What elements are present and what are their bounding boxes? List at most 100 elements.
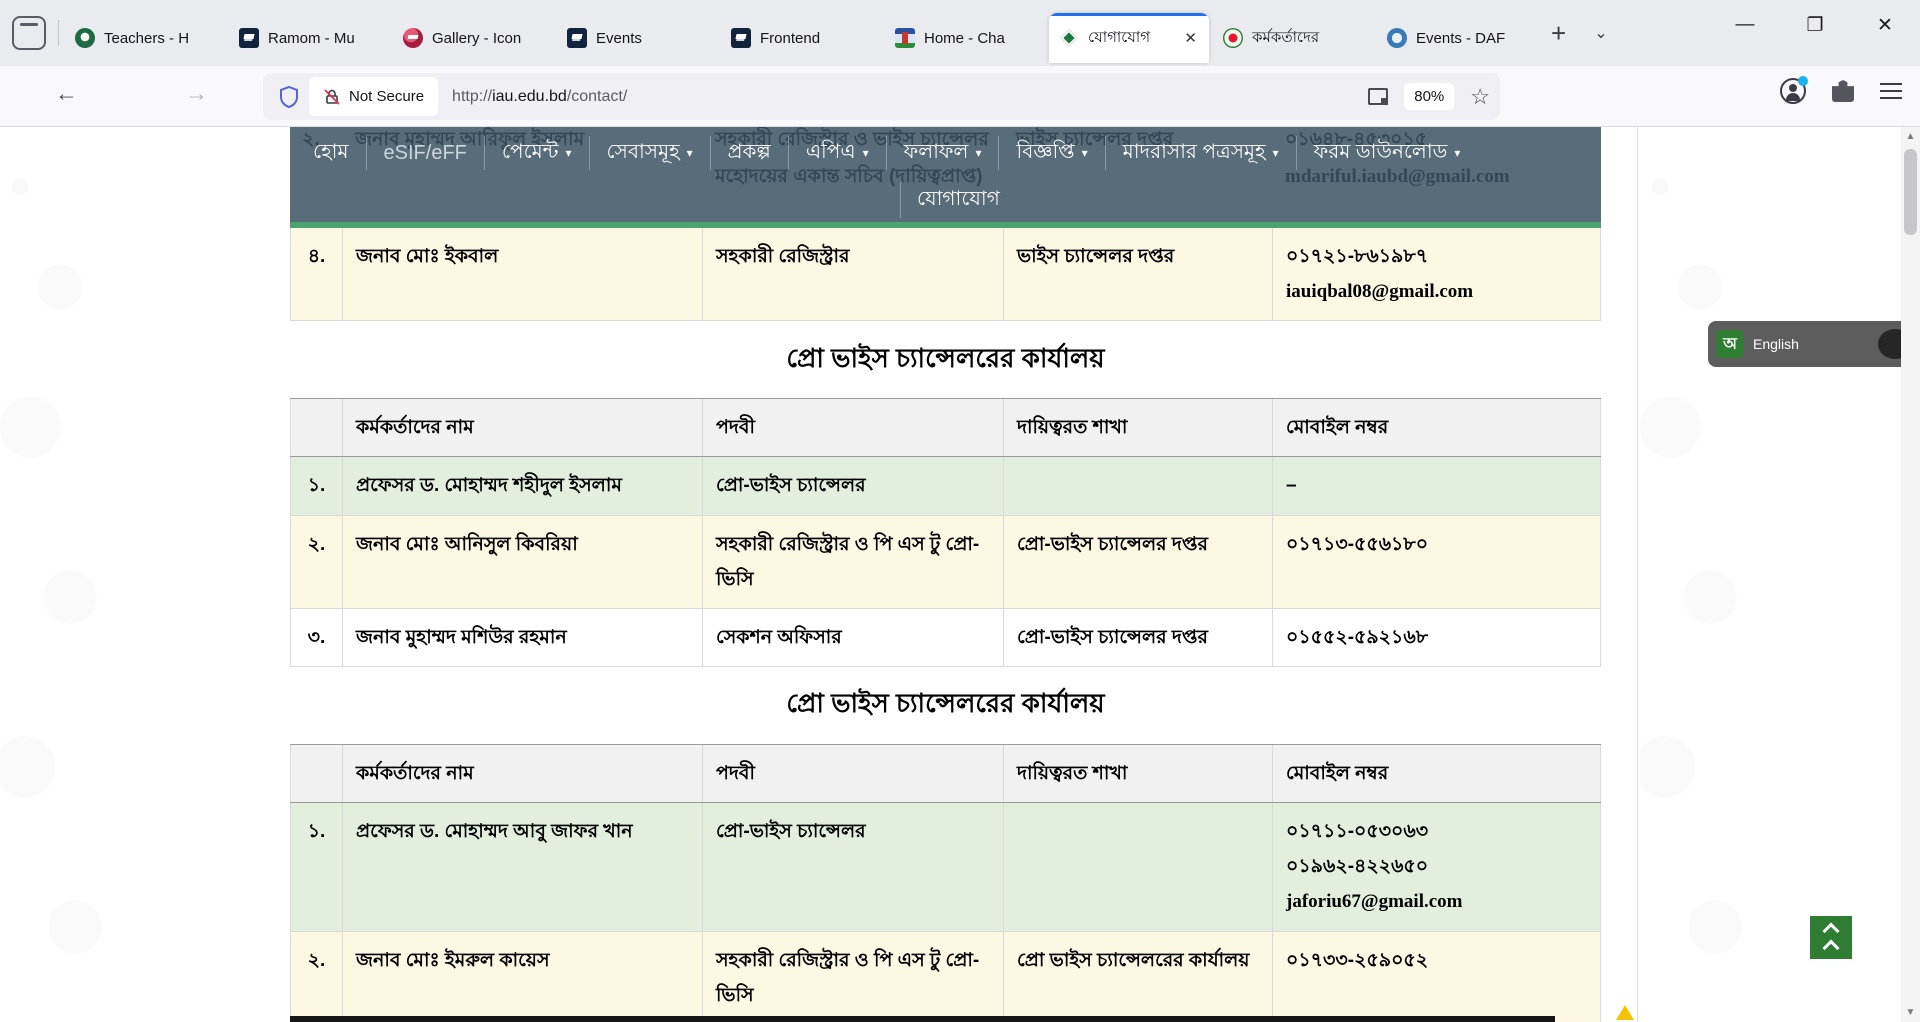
nav-item-5[interactable]: এপিএ ▾ bbox=[789, 137, 886, 170]
zoom-level-badge[interactable]: 80% bbox=[1404, 83, 1454, 110]
cell-branch: প্রো ভাইস চ্যান্সেলরের কার্যালয় bbox=[1004, 932, 1273, 1022]
new-tab-button[interactable]: + bbox=[1537, 18, 1580, 49]
nav-item-4[interactable]: প্রকল্প bbox=[711, 137, 788, 170]
cell-serial: ২. bbox=[290, 932, 343, 1022]
minimize-button[interactable]: — bbox=[1710, 14, 1780, 36]
browser-view-icon[interactable] bbox=[12, 16, 46, 50]
cell-branch bbox=[1004, 457, 1273, 514]
cell-mobile: ০১৭২১-৮৬১৯৮৭iauiqbal08@gmail.com bbox=[1273, 228, 1601, 320]
cell-name: প্রফেসর ড. মোহাম্মদ আবু জাফর খান bbox=[343, 803, 703, 930]
table-row: ১.প্রফেসর ড. মোহাম্মদ আবু জাফর খানপ্রো-ভ… bbox=[290, 803, 1601, 931]
red-graduation-cap-favicon bbox=[403, 28, 423, 48]
mobile-number: ০১৭১১-০৫৩০৬৩ bbox=[1286, 814, 1587, 849]
right-ornament-pattern bbox=[1640, 127, 1900, 1022]
chevron-down-icon: ▾ bbox=[1454, 146, 1460, 160]
translate-widget[interactable]: অ English bbox=[1708, 321, 1920, 367]
forward-button[interactable]: → bbox=[185, 80, 208, 107]
col-header-3: মোবাইল নম্বর bbox=[1273, 745, 1601, 802]
mobile-number: ০১৭২১-৮৬১৯৮৭ bbox=[1286, 239, 1587, 274]
section-title-band: প্রো ভাইস চ্যান্সেলরের কার্যালয় bbox=[290, 321, 1601, 398]
nav-item-3[interactable]: সেবাসমূহ▾ bbox=[590, 137, 710, 170]
nav-item-8[interactable]: মাদরাসার পত্রসমূহ▾ bbox=[1106, 137, 1296, 170]
chevron-down-icon: ▾ bbox=[863, 146, 869, 160]
security-chip[interactable]: Not Secure bbox=[309, 77, 438, 116]
browser-toolbar: ← → ⟳ Not Secure http://iau.edu.bd/conta… bbox=[0, 66, 1920, 127]
col-header-3: মোবাইল নম্বর bbox=[1273, 399, 1601, 456]
chevron-down-icon: ▾ bbox=[1273, 146, 1279, 160]
nav-item-6[interactable]: ফলাফল▾ bbox=[887, 137, 999, 170]
tab-title: Home - Cha bbox=[924, 30, 1035, 47]
tracking-shield-icon[interactable] bbox=[279, 86, 299, 108]
tab-list-button[interactable]: ⌄ bbox=[1580, 23, 1621, 43]
nav-item-2[interactable]: পেমেন্ট▾ bbox=[485, 137, 589, 170]
browser-tab[interactable]: কর্মকর্তাদের bbox=[1213, 13, 1373, 63]
restore-button[interactable]: ❐ bbox=[1780, 14, 1850, 37]
address-bar[interactable]: Not Secure http://iau.edu.bd/contact/ 80… bbox=[263, 73, 1500, 120]
table-header-row: কর্মকর্তাদের নামপদবীদায়িত্বরত শাখামোবাই… bbox=[290, 744, 1601, 803]
scrollbar-down-arrow[interactable]: ▼ bbox=[1901, 1003, 1920, 1022]
table-row: ২.জনাব মোঃ ইমরুল কায়েসসহকারী রেজিস্ট্রা… bbox=[290, 932, 1601, 1022]
scrollbar-up-arrow[interactable]: ▲ bbox=[1901, 127, 1920, 146]
nav-item-1[interactable]: eSIF/eFF bbox=[367, 142, 484, 165]
col-header-0: কর্মকর্তাদের নাম bbox=[343, 745, 703, 802]
nav-item-contact[interactable]: যোগাযোগ bbox=[900, 182, 1016, 218]
nav-item-7[interactable]: বিজ্ঞপ্তি▾ bbox=[999, 137, 1104, 170]
cell-mobile: ০১৫৫২-৫৯২১৬৮ bbox=[1273, 609, 1601, 666]
nav-item-label: এপিএ bbox=[806, 137, 856, 170]
translate-label: English bbox=[1753, 336, 1869, 352]
cell-name: প্রফেসর ড. মোহাম্মদ শহীদুল ইসলাম bbox=[343, 457, 703, 514]
browser-tab[interactable]: Teachers - H bbox=[65, 13, 225, 63]
browser-tab[interactable]: Events - DAF bbox=[1377, 13, 1537, 63]
nav-item-label: সেবাসমূহ bbox=[607, 137, 680, 170]
page-scrollbar[interactable]: ▲ ▼ bbox=[1901, 127, 1920, 1022]
tab-strip-separator bbox=[58, 20, 59, 46]
mobile-number: ০১৭১৩-৫৫৬১৮০ bbox=[1286, 527, 1587, 562]
scroll-to-top-button[interactable] bbox=[1810, 916, 1852, 959]
cell-mobile: ০১৭৩৩-২৫৯০৫২ bbox=[1273, 932, 1601, 1022]
chevron-down-icon: ▾ bbox=[565, 146, 571, 160]
url-text[interactable]: http://iau.edu.bd/contact/ bbox=[452, 88, 627, 106]
content-right-border bbox=[1637, 127, 1638, 1022]
cell-position: সেকশন অফিসার bbox=[703, 609, 1004, 666]
scrollbar-thumb[interactable] bbox=[1904, 149, 1917, 235]
tab-close-icon[interactable]: ✕ bbox=[1182, 29, 1199, 47]
back-button[interactable]: ← bbox=[55, 80, 78, 107]
tab-title: Teachers - H bbox=[104, 30, 215, 47]
cell-position: সহকারী রেজিস্ট্রার bbox=[703, 228, 1004, 320]
table-row: ১.প্রফেসর ড. মোহাম্মদ শহীদুল ইসলামপ্রো-ভ… bbox=[290, 457, 1601, 515]
tab-title: Gallery - Icon bbox=[432, 30, 543, 47]
account-icon[interactable] bbox=[1780, 78, 1806, 104]
blue-ring-logo-favicon bbox=[1387, 28, 1407, 48]
cell-serial: ১. bbox=[290, 803, 343, 930]
mobile-number: – bbox=[1286, 468, 1587, 503]
left-ornament-pattern bbox=[0, 127, 240, 1022]
browser-tab[interactable]: যোগাযোগ✕ bbox=[1049, 13, 1209, 63]
tab-title: Ramom - Mu bbox=[268, 30, 379, 47]
cell-name: জনাব মোঃ ইকবাল bbox=[343, 228, 703, 320]
browser-tab[interactable]: Gallery - Icon bbox=[393, 13, 553, 63]
address-bar-actions: 80% ☆ bbox=[1368, 83, 1490, 110]
browser-tab[interactable]: Events bbox=[557, 13, 717, 63]
nav-item-label: হোম bbox=[313, 137, 349, 170]
cell-position: সহকারী রেজিস্ট্রার ও পি এস টু প্রো-ভিসি bbox=[703, 932, 1004, 1022]
browser-tab[interactable]: Ramom - Mu bbox=[229, 13, 389, 63]
cell-position: প্রো-ভাইস চ্যান্সেলর bbox=[703, 803, 1004, 930]
mobile-number: ০১৭৩৩-২৫৯০৫২ bbox=[1286, 943, 1587, 978]
browser-tab[interactable]: Frontend bbox=[721, 13, 881, 63]
browser-tab[interactable]: Home - Cha bbox=[885, 13, 1045, 63]
nav-item-9[interactable]: ফরম ডাউনলোড▾ bbox=[1297, 137, 1478, 170]
chevron-down-icon: ▾ bbox=[1082, 146, 1088, 160]
menu-icon[interactable] bbox=[1880, 83, 1902, 99]
extensions-icon[interactable] bbox=[1832, 80, 1854, 102]
email-address[interactable]: iauiqbal08@gmail.com bbox=[1286, 274, 1587, 309]
picture-in-picture-icon[interactable] bbox=[1368, 88, 1388, 105]
nav-item-0[interactable]: হোম bbox=[296, 137, 366, 170]
cell-mobile: – bbox=[1273, 457, 1601, 514]
tab-title: Events - DAF bbox=[1416, 30, 1527, 47]
mobile-number: ০১৫৫২-৫৯২১৬৮ bbox=[1286, 620, 1587, 655]
cell-mobile: ০১৭১৩-৫৫৬১৮০ bbox=[1273, 516, 1601, 608]
email-address[interactable]: jaforiu67@gmail.com bbox=[1286, 884, 1587, 919]
tab-title: কর্মকর্তাদের bbox=[1252, 26, 1363, 51]
close-button[interactable]: ✕ bbox=[1850, 14, 1920, 37]
bookmark-star-icon[interactable]: ☆ bbox=[1470, 84, 1490, 110]
